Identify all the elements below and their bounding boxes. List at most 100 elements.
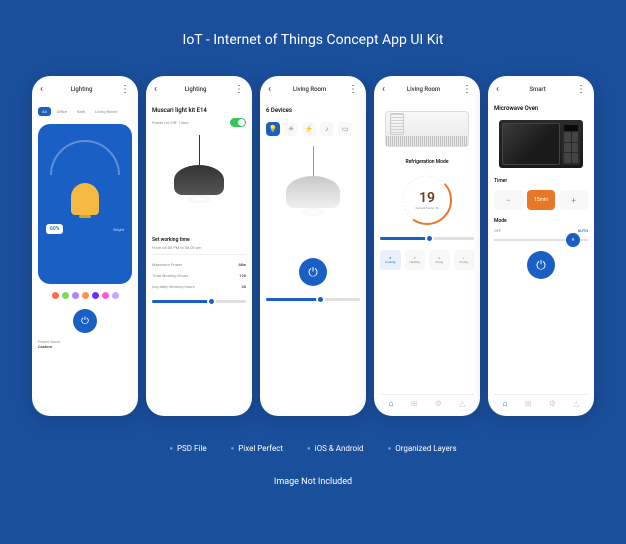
back-icon[interactable]: ‹ xyxy=(154,84,157,95)
phone-devices: ‹ Living Room ⋮ 6 Devices 💡 ✳ ⚡ ♪ ▭ ⏻ xyxy=(260,76,366,416)
header-title: Smart xyxy=(529,86,545,93)
phone-ac: ‹ Living Room ⋮ Refrigeration Mode 19 Cu… xyxy=(374,76,480,416)
mode-off[interactable]: OFF xyxy=(494,228,501,233)
feature-item: PSD File xyxy=(169,444,206,453)
power-button[interactable]: ⏻ xyxy=(299,258,327,286)
back-icon[interactable]: ‹ xyxy=(496,84,499,95)
power-status-label: Power On/Off: 14hrs xyxy=(152,120,188,125)
power-button[interactable]: ⏻ xyxy=(73,309,97,333)
nav-grid-icon[interactable]: ⊞ xyxy=(411,399,418,408)
back-icon[interactable]: ‹ xyxy=(382,84,385,95)
header-title: Living Room xyxy=(293,86,326,93)
stat-row: Avg daily Working hours 20 xyxy=(152,284,246,289)
device-name: Microwave Oven xyxy=(494,105,588,112)
pause-icon[interactable]: ⏸ xyxy=(566,233,580,247)
bottom-nav: ⌂ ⊞ ⚙ △ xyxy=(494,394,588,412)
mode-label: Mode xyxy=(494,218,588,224)
mode-cooling[interactable]: ❄Cooling xyxy=(380,250,401,270)
timer-increase-button[interactable]: + xyxy=(559,190,588,210)
nav-settings-icon[interactable]: ⚙ xyxy=(435,399,442,408)
nav-home-icon[interactable]: ⌂ xyxy=(389,399,394,408)
tab-bath[interactable]: Bath xyxy=(73,107,89,116)
pendant-light-image xyxy=(285,146,341,246)
tab-office[interactable]: Office xyxy=(53,107,71,116)
back-icon[interactable]: ‹ xyxy=(268,84,271,95)
feature-item: Pixel Perfect xyxy=(231,444,283,453)
footer-note: Image Not Included xyxy=(274,477,352,487)
page-title: IoT - Internet of Things Concept App UI … xyxy=(183,32,444,48)
phone-microwave: ‹ Smart ⋮ Microwave Oven Timer − 15min +… xyxy=(488,76,594,416)
power-button[interactable]: ⏻ xyxy=(527,251,555,279)
header-title: Living Room xyxy=(407,86,440,93)
mode-heating[interactable]: ☀Heating xyxy=(405,250,426,270)
menu-icon[interactable]: ⋮ xyxy=(120,84,130,95)
phone-lighting-dial: ‹ Lighting ⋮ All Office Bath Living Room… xyxy=(32,76,138,416)
color-swatch[interactable] xyxy=(72,292,79,299)
temperature-dial[interactable]: 19 Current Temp: 26 xyxy=(400,173,454,227)
lamp-icon xyxy=(71,183,99,215)
menu-icon[interactable]: ⋮ xyxy=(576,84,586,95)
ac-unit-image xyxy=(385,111,469,147)
feature-item: Organized Layers xyxy=(388,444,457,453)
menu-icon[interactable]: ⋮ xyxy=(462,84,472,95)
timer-controls: − 15min + xyxy=(494,190,588,210)
stat-value: 120 xyxy=(239,273,246,278)
color-swatch[interactable] xyxy=(112,292,119,299)
color-swatch[interactable] xyxy=(62,292,69,299)
category-tabs: All Office Bath Living Room xyxy=(38,107,132,116)
brightness-dial[interactable]: 60% Off Bright xyxy=(38,124,132,284)
pendant-light-image xyxy=(169,135,229,225)
timer-decrease-button[interactable]: − xyxy=(494,190,523,210)
device-plug-icon[interactable]: ⚡ xyxy=(302,122,316,136)
dial-bright-label: Bright xyxy=(113,227,124,232)
brightness-slider[interactable] xyxy=(266,298,360,301)
device-tv-icon[interactable]: ▭ xyxy=(338,122,352,136)
stat-label: Maximum Power xyxy=(152,262,182,267)
stat-label: Avg daily Working hours xyxy=(152,284,195,289)
color-swatch[interactable] xyxy=(82,292,89,299)
device-speaker-icon[interactable]: ♪ xyxy=(320,122,334,136)
device-type-selector: 💡 ✳ ⚡ ♪ ▭ xyxy=(266,122,360,136)
schedule-title: Set working time xyxy=(152,237,246,243)
color-swatch[interactable] xyxy=(52,292,59,299)
nav-grid-icon[interactable]: ⊞ xyxy=(525,399,532,408)
timer-value: 15min xyxy=(527,190,556,210)
stat-label: Total Working Hours xyxy=(152,273,188,278)
power-toggle[interactable] xyxy=(230,118,246,127)
tab-living[interactable]: Living Room xyxy=(91,107,121,116)
mode-slider[interactable]: ⏸ xyxy=(494,239,588,241)
nav-settings-icon[interactable]: ⚙ xyxy=(549,399,556,408)
mode-auto[interactable]: AUTO xyxy=(578,228,588,233)
color-swatch[interactable] xyxy=(102,292,109,299)
phones-row: ‹ Lighting ⋮ All Office Bath Living Room… xyxy=(32,76,594,416)
device-name: Muscari light kit E14 xyxy=(152,107,246,114)
microwave-image xyxy=(499,120,583,168)
header-title: Lighting xyxy=(185,86,207,93)
stat-row: Maximum Power 80w xyxy=(152,262,246,267)
tab-all[interactable]: All xyxy=(38,107,51,116)
bottom-nav: ⌂ ⊞ ⚙ △ xyxy=(380,394,474,412)
menu-icon[interactable]: ⋮ xyxy=(234,84,244,95)
phone-light-detail: ‹ Lighting ⋮ Muscari light kit E14 Power… xyxy=(146,76,252,416)
temperature-slider[interactable] xyxy=(380,237,474,240)
color-swatch[interactable] xyxy=(92,292,99,299)
brightness-slider[interactable] xyxy=(152,300,246,303)
color-picker xyxy=(38,292,132,299)
timer-label: Timer xyxy=(494,178,588,184)
mode-drying[interactable]: ◐Drying xyxy=(454,250,475,270)
nav-profile-icon[interactable]: △ xyxy=(459,399,465,408)
back-icon[interactable]: ‹ xyxy=(40,84,43,95)
schedule-value: From 08:00 PM to 08:00 pm xyxy=(152,245,246,250)
mode-title: Refrigeration Mode xyxy=(380,159,474,165)
device-light-icon[interactable]: 💡 xyxy=(266,122,280,136)
menu-icon[interactable]: ⋮ xyxy=(348,84,358,95)
stat-value: 80w xyxy=(238,262,246,267)
footer-value: Custom xyxy=(38,344,132,349)
brightness-value: 60% xyxy=(46,224,63,234)
mode-airing[interactable]: ≋Airing xyxy=(429,250,450,270)
device-fan-icon[interactable]: ✳ xyxy=(284,122,298,136)
device-count: 6 Devices xyxy=(266,107,360,114)
nav-home-icon[interactable]: ⌂ xyxy=(503,399,508,408)
nav-profile-icon[interactable]: △ xyxy=(573,399,579,408)
mode-selector: ❄Cooling ☀Heating ≋Airing ◐Drying xyxy=(380,250,474,270)
